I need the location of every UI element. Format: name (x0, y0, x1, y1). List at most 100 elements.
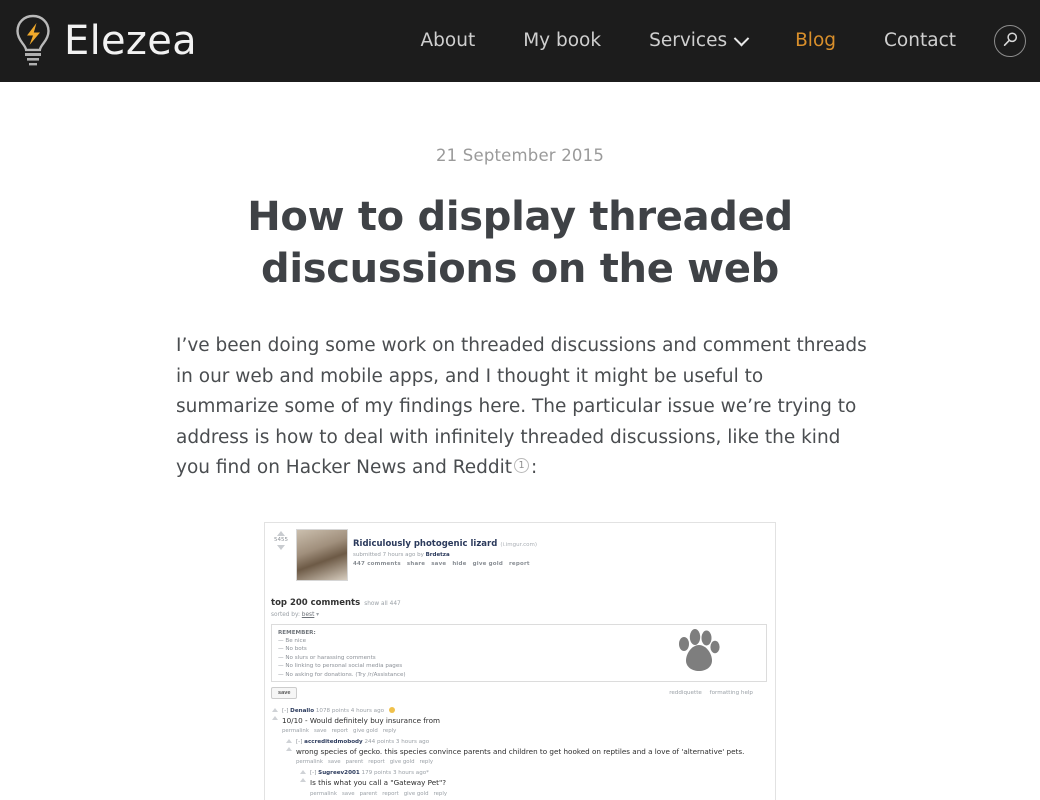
chevron-down-icon (733, 30, 750, 46)
post-actions: 447 comments share save hide give gold report (353, 561, 537, 567)
comment-header: [-] Denallo 1078 points 4 hours ago (282, 706, 767, 715)
post-domain: (i.imgur.com) (500, 541, 537, 548)
comment-action-reply[interactable]: reply (420, 759, 434, 765)
post-date: 21 September 2015 (435, 146, 605, 165)
search-icon (1002, 31, 1019, 51)
comment-meta: 1078 points 4 hours ago (315, 707, 385, 714)
comment-meta: 244 points 3 hours ago (364, 738, 430, 745)
comment-action-save[interactable]: save (342, 791, 355, 797)
comment-action-reply[interactable]: reply (434, 791, 448, 797)
post-submitted-text: submitted 7 hours ago by (353, 551, 424, 558)
comment-header: [-] Sugreev2001 179 points 3 hours ago* (310, 769, 767, 777)
nav-label-contact: Contact (884, 29, 956, 51)
comment-body: 10/10 - Would definitely buy insurance f… (282, 715, 441, 725)
upvote-arrow-icon[interactable] (272, 715, 278, 720)
comment-action-give-gold[interactable]: give gold (353, 728, 378, 734)
comment-action-reply[interactable]: reply (383, 728, 397, 734)
post-action-report[interactable]: report (509, 561, 530, 567)
gold-award-icon (388, 706, 395, 713)
comment-item: [-] accreditedmobody 244 points 3 hours … (285, 738, 767, 765)
nav-item-my-book[interactable]: My book (499, 29, 625, 51)
comment-actions: permalink save parent report give gold reply (310, 791, 767, 797)
save-comment-button[interactable]: save (271, 686, 298, 699)
downvote-arrow-icon[interactable] (277, 544, 285, 550)
post-action-save[interactable]: save (431, 561, 446, 567)
top-comments-label: top 200 comments (271, 597, 361, 608)
comment-actions: permalink save parent report give gold reply (296, 759, 767, 765)
nav-item-contact[interactable]: Contact (860, 29, 980, 51)
comment-action-permalink[interactable]: permalink (282, 728, 309, 734)
post-body: I’ve been doing some work on threaded di… (170, 331, 870, 484)
comment-action-permalink[interactable]: permalink (310, 791, 337, 797)
paw-print-icon (679, 628, 720, 671)
comment-action-report[interactable]: report (332, 728, 348, 734)
footnote-reference-1[interactable]: 1 (513, 458, 529, 473)
post-score: 5455 (274, 536, 288, 543)
comment-meta: 179 points 3 hours ago* (361, 770, 429, 777)
nav-label-about: About (420, 29, 476, 51)
nav-label-services: Services (649, 29, 728, 51)
upvote-arrow-icon[interactable] (300, 778, 306, 783)
remember-box: REMEMBER: — Be nice — No bots — No slurs… (271, 623, 767, 682)
comment-action-save[interactable]: save (314, 728, 327, 734)
post-author[interactable]: Brdetza (426, 552, 450, 558)
nav-item-blog[interactable]: Blog (771, 29, 860, 51)
lightbulb-icon (10, 13, 56, 69)
comment-action-parent[interactable]: parent (360, 791, 378, 797)
reddit-screenshot-figure: 5455 Ridiculously photogenic lizard (i.im… (264, 521, 776, 800)
comment-action-report[interactable]: report (368, 759, 384, 765)
comment-action-permalink[interactable]: permalink (296, 759, 323, 765)
intro-paragraph-text: I’ve been doing some work on threaded di… (176, 335, 867, 478)
collapse-toggle-icon[interactable] (286, 738, 292, 743)
formatting-help-link[interactable]: formatting help (710, 690, 753, 696)
sorted-by-label: sorted by: (271, 611, 300, 618)
nav-item-services[interactable]: Services (625, 29, 771, 51)
sorted-by-value[interactable]: best (302, 612, 315, 618)
comment-action-parent[interactable]: parent (346, 759, 364, 765)
comment-form-bar: save reddiquette formatting help (271, 686, 767, 699)
reddit-post-row: 5455 Ridiculously photogenic lizard (i.im… (271, 528, 767, 581)
post-title-link[interactable]: Ridiculously photogenic lizard (353, 539, 497, 549)
comment-item: [-] Sugreev2001 179 points 3 hours ago* … (299, 769, 767, 797)
page-title: How to display threaded discussions on t… (247, 194, 793, 292)
comments-toolbar: top 200 comments show all 447 sorted by: … (271, 590, 767, 618)
post-action-give-gold[interactable]: give gold (473, 561, 503, 567)
nav-item-about[interactable]: About (397, 29, 500, 51)
comment-author[interactable]: Denallo (290, 708, 314, 714)
comment-collapse-marker[interactable]: [-] (296, 739, 302, 745)
upvote-arrow-icon[interactable] (286, 746, 292, 751)
brand-logo-link[interactable]: Elezea (10, 13, 197, 69)
main-navigation: About My book Services Blog Contact (397, 25, 1026, 57)
post-action-comments[interactable]: 447 comments (353, 561, 401, 567)
brand-name: Elezea (64, 18, 197, 64)
form-help-links: reddiquette formatting help (663, 690, 753, 696)
article: 21 September 2015 How to display threade… (0, 82, 1040, 800)
comment-action-give-gold[interactable]: give gold (404, 791, 429, 797)
search-button[interactable] (994, 25, 1026, 57)
show-all-comments-link[interactable]: show all 447 (364, 601, 401, 607)
post-thumbnail[interactable] (296, 528, 348, 581)
post-action-share[interactable]: share (407, 561, 425, 567)
post-meta: Ridiculously photogenic lizard (i.imgur.c… (353, 529, 537, 581)
nav-label-blog: Blog (795, 29, 837, 51)
comment-collapse-marker[interactable]: [-] (310, 770, 316, 776)
comment-author[interactable]: Sugreev2001 (318, 770, 360, 776)
collapse-toggle-icon[interactable] (300, 770, 306, 775)
collapse-toggle-icon[interactable] (272, 707, 278, 712)
nav-label-my-book: My book (523, 29, 602, 51)
vote-controls[interactable]: 5455 (271, 529, 291, 581)
intro-paragraph-tail: : (530, 457, 538, 478)
comment-body: Is this what you call a "Gateway Pet"? (310, 778, 447, 788)
comment-action-give-gold[interactable]: give gold (390, 759, 415, 765)
post-submitted: submitted 7 hours ago by Brdetza (353, 551, 537, 559)
comment-body: wrong species of gecko. this species con… (296, 746, 745, 756)
intro-paragraph: I’ve been doing some work on threaded di… (176, 331, 870, 484)
comment-collapse-marker[interactable]: [-] (282, 708, 288, 714)
comment-thread: [-] Denallo 1078 points 4 hours ago 10/1… (271, 706, 767, 800)
comment-action-save[interactable]: save (328, 759, 341, 765)
reddiquette-link[interactable]: reddiquette (669, 690, 702, 696)
site-header: Elezea About My book Services Blog Conta… (0, 0, 1040, 82)
comment-author[interactable]: accreditedmobody (304, 739, 363, 745)
post-action-hide[interactable]: hide (452, 561, 466, 567)
comment-action-report[interactable]: report (382, 791, 398, 797)
